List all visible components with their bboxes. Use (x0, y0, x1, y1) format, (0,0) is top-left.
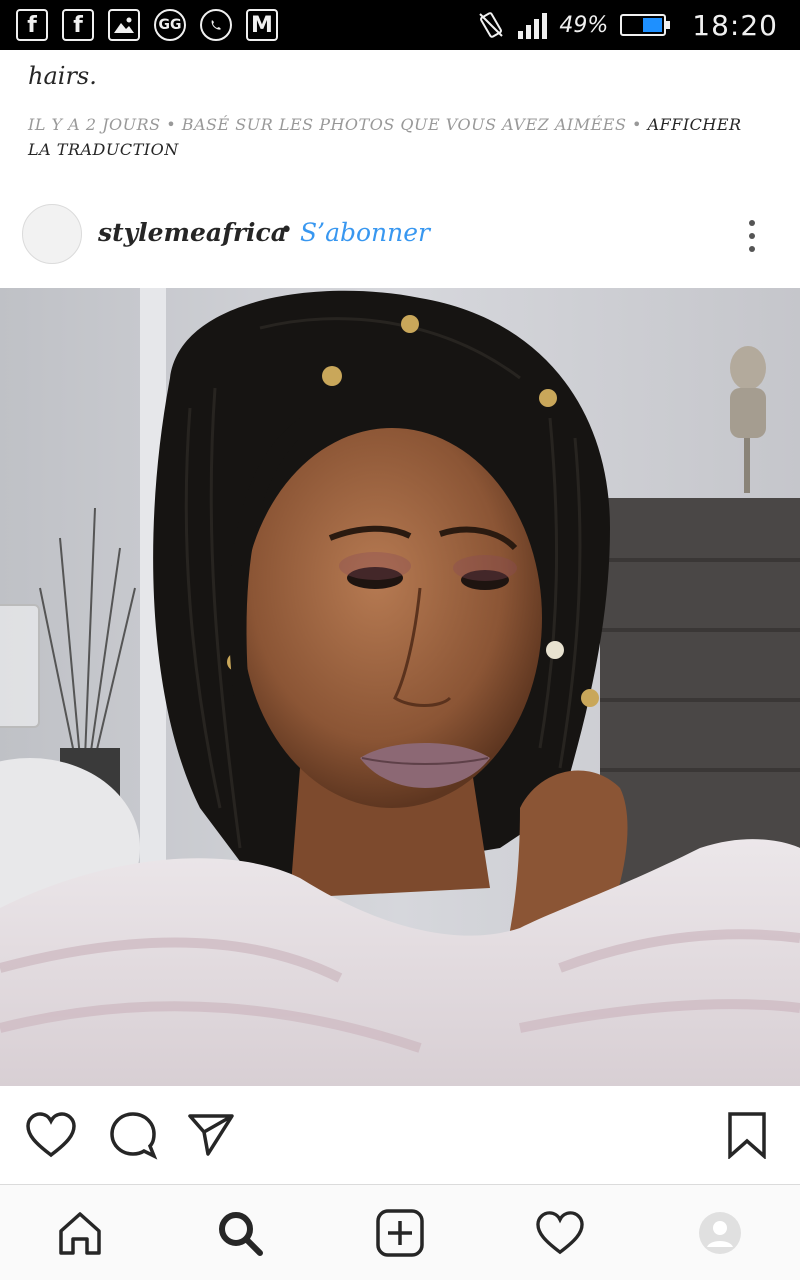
notification-icons: f f GG M (0, 9, 278, 41)
more-options-icon[interactable] (740, 218, 764, 254)
follow-button[interactable]: S’abonner (300, 218, 430, 247)
caption-text: hairs. (28, 62, 97, 90)
gmail-icon: M (246, 9, 278, 41)
header-separator: • (280, 218, 293, 243)
battery-icon (620, 14, 671, 36)
battery-percent: 49% (559, 12, 609, 38)
nav-activity[interactable] (530, 1203, 590, 1263)
search-icon (219, 1212, 263, 1256)
portrait-image (0, 288, 800, 1086)
share-icon (188, 1114, 234, 1156)
status-indicators: 49% 18:20 (476, 0, 778, 50)
gossip-icon: GG (154, 9, 186, 41)
meta-separator: • (166, 115, 177, 134)
share-button[interactable] (184, 1108, 238, 1162)
rotate-icon (479, 12, 504, 38)
home-icon (59, 1212, 101, 1255)
nav-profile[interactable] (690, 1203, 750, 1263)
nav-home[interactable] (50, 1203, 110, 1263)
nav-search[interactable] (210, 1203, 270, 1263)
comment-icon (110, 1112, 158, 1160)
nav-add-post[interactable] (370, 1203, 430, 1263)
bottom-navigation (0, 1184, 800, 1280)
post-photo[interactable] (0, 288, 800, 1086)
status-bar: f f GG M 49% 18:20 (0, 0, 800, 50)
username[interactable]: stylemeafrica (98, 218, 287, 247)
post-actions (0, 1090, 800, 1180)
signal-icon (518, 11, 548, 39)
comment-button[interactable] (106, 1108, 160, 1162)
profile-icon (699, 1212, 741, 1254)
swipe-handle[interactable] (0, 604, 40, 728)
facebook-icon: f (16, 9, 48, 41)
avatar[interactable] (22, 204, 82, 264)
post-meta: IL Y A 2 JOURS • BASÉ SUR LES PHOTOS QUE… (28, 112, 768, 162)
add-post-icon (376, 1209, 424, 1257)
gallery-icon (108, 9, 140, 41)
post-time: IL Y A 2 JOURS (28, 115, 161, 134)
save-button[interactable] (720, 1108, 774, 1162)
heart-icon (26, 1112, 76, 1158)
clock: 18:20 (692, 8, 778, 42)
recommendation-basis: BASÉ SUR LES PHOTOS QUE VOUS AVEZ AIMÉES (181, 115, 627, 134)
whatsapp-icon (200, 9, 232, 41)
meta-separator: • (632, 115, 642, 134)
activity-icon (536, 1211, 584, 1255)
like-button[interactable] (24, 1108, 78, 1162)
bookmark-icon (728, 1112, 766, 1159)
facebook-icon: f (62, 9, 94, 41)
post-header: stylemeafrica • S’abonner (0, 200, 800, 270)
